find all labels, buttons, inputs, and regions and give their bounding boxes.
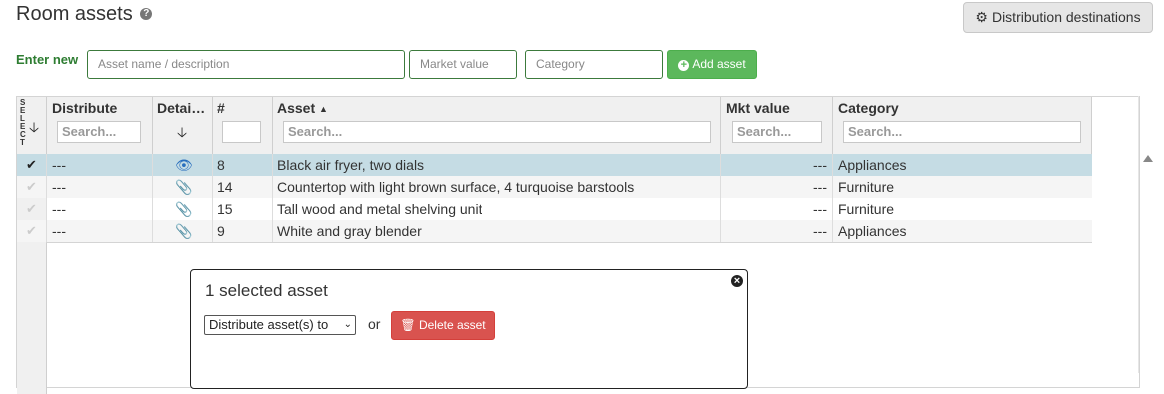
col-mkt-value-header[interactable]: Mkt value [726,100,790,116]
distribute-select-value: Distribute asset(s) to [209,317,329,332]
distribute-search-input[interactable]: Search... [57,121,141,143]
gear-icon: ⚙ [975,9,988,25]
help-icon[interactable]: ? [140,7,153,20]
trash-icon: 🗑 [400,318,416,332]
row-mkt-value: --- [813,201,827,217]
row-asset: Black air fryer, two dials [277,157,425,173]
scroll-up-arrow-icon[interactable] [1143,155,1153,162]
row-distribute: --- [52,157,66,173]
row-mkt-value: --- [813,223,827,239]
page-title-text: Room assets [16,3,133,25]
enter-new-label: Enter new [16,52,79,67]
mkt-value-search-input[interactable]: Search... [732,121,822,143]
row-category: Furniture [838,201,895,217]
row-asset: Tall wood and metal shelving unit [277,201,483,217]
col-category-header[interactable]: Category [838,100,899,116]
row-category: Appliances [838,157,907,173]
row-distribute: --- [52,223,66,239]
number-search-input[interactable] [222,121,261,143]
chevron-down-icon: ⌄ [343,319,352,330]
details-down-arrow-icon[interactable]: 🡣 [177,122,187,146]
delete-asset-label: Delete asset [418,318,486,332]
distribution-destinations-button[interactable]: ⚙ Distribution destinations [963,2,1153,33]
select-header-text: SELECT [20,98,26,147]
panel-title: 1 selected asset [205,281,328,300]
row-checkbox-icon[interactable]: ✔ [17,198,46,220]
asset-search-input[interactable]: Search... [283,121,711,143]
col-number-header[interactable]: # [217,100,225,116]
table-row[interactable]: ✔ --- 📎 9 White and gray blender --- App… [17,220,1092,242]
row-number: 9 [217,223,225,239]
col-details-header[interactable]: Detai… [157,100,205,116]
table-row[interactable]: ✔ --- 📎 14 Countertop with light brown s… [17,176,1092,198]
row-mkt-value: --- [813,157,827,173]
paperclip-icon[interactable]: 📎 [175,220,192,242]
table-row[interactable]: ✔ --- 👁 8 Black air fryer, two dials ---… [17,154,1092,176]
table-row[interactable]: ✔ --- 📎 15 Tall wood and metal shelving … [17,198,1092,220]
row-asset: Countertop with light brown surface, 4 t… [277,179,635,195]
row-checkbox-icon[interactable]: ✔ [17,220,46,242]
row-checkbox-icon[interactable]: ✔ [17,176,46,198]
eye-icon[interactable]: 👁 [175,154,193,176]
close-icon[interactable]: × [731,275,743,287]
add-asset-button[interactable]: + Add asset [667,50,757,79]
add-asset-label: Add asset [692,57,746,71]
category-input[interactable]: Category [525,50,663,79]
row-category: Appliances [838,223,907,239]
asset-name-input[interactable]: Asset name / description [87,50,405,79]
or-text: or [368,316,381,332]
rows-divider [46,242,1092,243]
row-number: 8 [217,157,225,173]
distribute-select[interactable]: Distribute asset(s) to ⌄ [204,315,356,335]
category-search-input[interactable]: Search... [843,121,1081,143]
col-asset-header-label: Asset [277,100,316,116]
col-asset-header[interactable]: Asset ▲ [277,100,328,116]
row-category: Furniture [838,179,895,195]
plus-circle-icon: + [678,60,690,71]
scrollbar-track[interactable] [1138,96,1139,373]
row-distribute: --- [52,179,66,195]
paperclip-icon[interactable]: 📎 [175,176,192,198]
row-asset: White and gray blender [277,223,422,239]
distribution-destinations-label: Distribution destinations [991,9,1141,25]
sort-asc-icon: ▲ [319,104,328,114]
delete-asset-button[interactable]: 🗑 Delete asset [391,311,495,340]
row-distribute: --- [52,201,66,217]
paperclip-icon[interactable]: 📎 [175,198,192,220]
selected-assets-panel: 1 selected asset × Distribute asset(s) t… [190,269,748,389]
row-mkt-value: --- [813,179,827,195]
col-distribute-header[interactable]: Distribute [52,100,117,116]
select-down-arrow-icon[interactable]: 🡣 [29,117,39,141]
select-all-header[interactable]: SELECT [20,99,28,147]
row-checkbox-checked-icon[interactable]: ✔ [17,154,46,176]
market-value-input[interactable]: Market value [409,50,517,79]
page-title: Room assets ? [16,3,153,26]
row-number: 15 [217,201,233,217]
row-number: 14 [217,179,233,195]
